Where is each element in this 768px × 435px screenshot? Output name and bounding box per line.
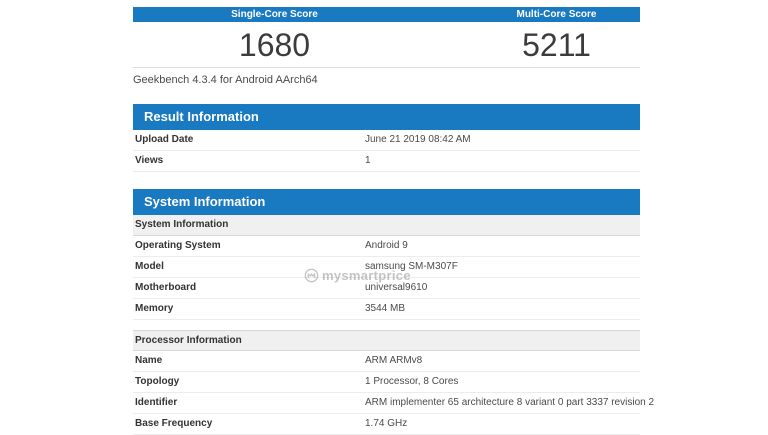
row-value: 1.74 GHz bbox=[365, 414, 407, 434]
table-row: Topology 1 Processor, 8 Cores bbox=[133, 372, 640, 393]
score-values: 1680 5211 bbox=[133, 22, 640, 68]
single-core-score-value: 1680 bbox=[133, 23, 416, 67]
row-value: Android 9 bbox=[365, 236, 408, 256]
row-label: Topology bbox=[133, 372, 365, 392]
result-information-title: Result Information bbox=[133, 104, 640, 130]
table-row: Identifier ARM implementer 65 architectu… bbox=[133, 393, 640, 414]
row-label: Name bbox=[133, 351, 365, 371]
system-information-section: System Information System Information Op… bbox=[133, 189, 640, 435]
row-label: Upload Date bbox=[133, 130, 365, 150]
table-row: Model samsung SM-M307F bbox=[133, 257, 640, 278]
result-information-section: Result Information Upload Date June 21 2… bbox=[133, 104, 640, 172]
row-value: samsung SM-M307F bbox=[365, 257, 458, 277]
row-label: Base Frequency bbox=[133, 414, 365, 434]
geekbench-version-caption: Geekbench 4.3.4 for Android AArch64 bbox=[133, 73, 640, 87]
system-information-subheader: System Information bbox=[133, 215, 640, 236]
system-information-title: System Information bbox=[133, 189, 640, 215]
benchmark-result-page: Single-Core Score Multi-Core Score 1680 … bbox=[133, 7, 640, 435]
row-label: Operating System bbox=[133, 236, 365, 256]
row-value: June 21 2019 08:42 AM bbox=[365, 130, 471, 150]
row-value: 1 bbox=[365, 151, 371, 171]
row-label: Identifier bbox=[133, 393, 365, 413]
table-row: Views 1 bbox=[133, 151, 640, 172]
row-label: Motherboard bbox=[133, 278, 365, 298]
row-label: Views bbox=[133, 151, 365, 171]
table-row: Motherboard universal9610 bbox=[133, 278, 640, 299]
score-banner: Single-Core Score Multi-Core Score 1680 … bbox=[133, 7, 640, 87]
table-row: Upload Date June 21 2019 08:42 AM bbox=[133, 130, 640, 151]
single-core-score-header: Single-Core Score bbox=[133, 7, 416, 22]
row-value: ARM implementer 65 architecture 8 varian… bbox=[365, 393, 654, 413]
row-value: universal9610 bbox=[365, 278, 427, 298]
row-value: 3544 MB bbox=[365, 299, 405, 319]
table-row: Operating System Android 9 bbox=[133, 236, 640, 257]
row-value: ARM ARMv8 bbox=[365, 351, 422, 371]
row-value: 1 Processor, 8 Cores bbox=[365, 372, 458, 392]
processor-information-subheader: Processor Information bbox=[133, 330, 640, 351]
row-label: Memory bbox=[133, 299, 365, 319]
table-row: Base Frequency 1.74 GHz bbox=[133, 414, 640, 435]
score-header-bar: Single-Core Score Multi-Core Score bbox=[133, 7, 640, 22]
table-row: Name ARM ARMv8 bbox=[133, 351, 640, 372]
multi-core-score-value: 5211 bbox=[473, 23, 640, 67]
table-row: Memory 3544 MB bbox=[133, 299, 640, 320]
multi-core-score-header: Multi-Core Score bbox=[473, 7, 640, 22]
row-label: Model bbox=[133, 257, 365, 277]
